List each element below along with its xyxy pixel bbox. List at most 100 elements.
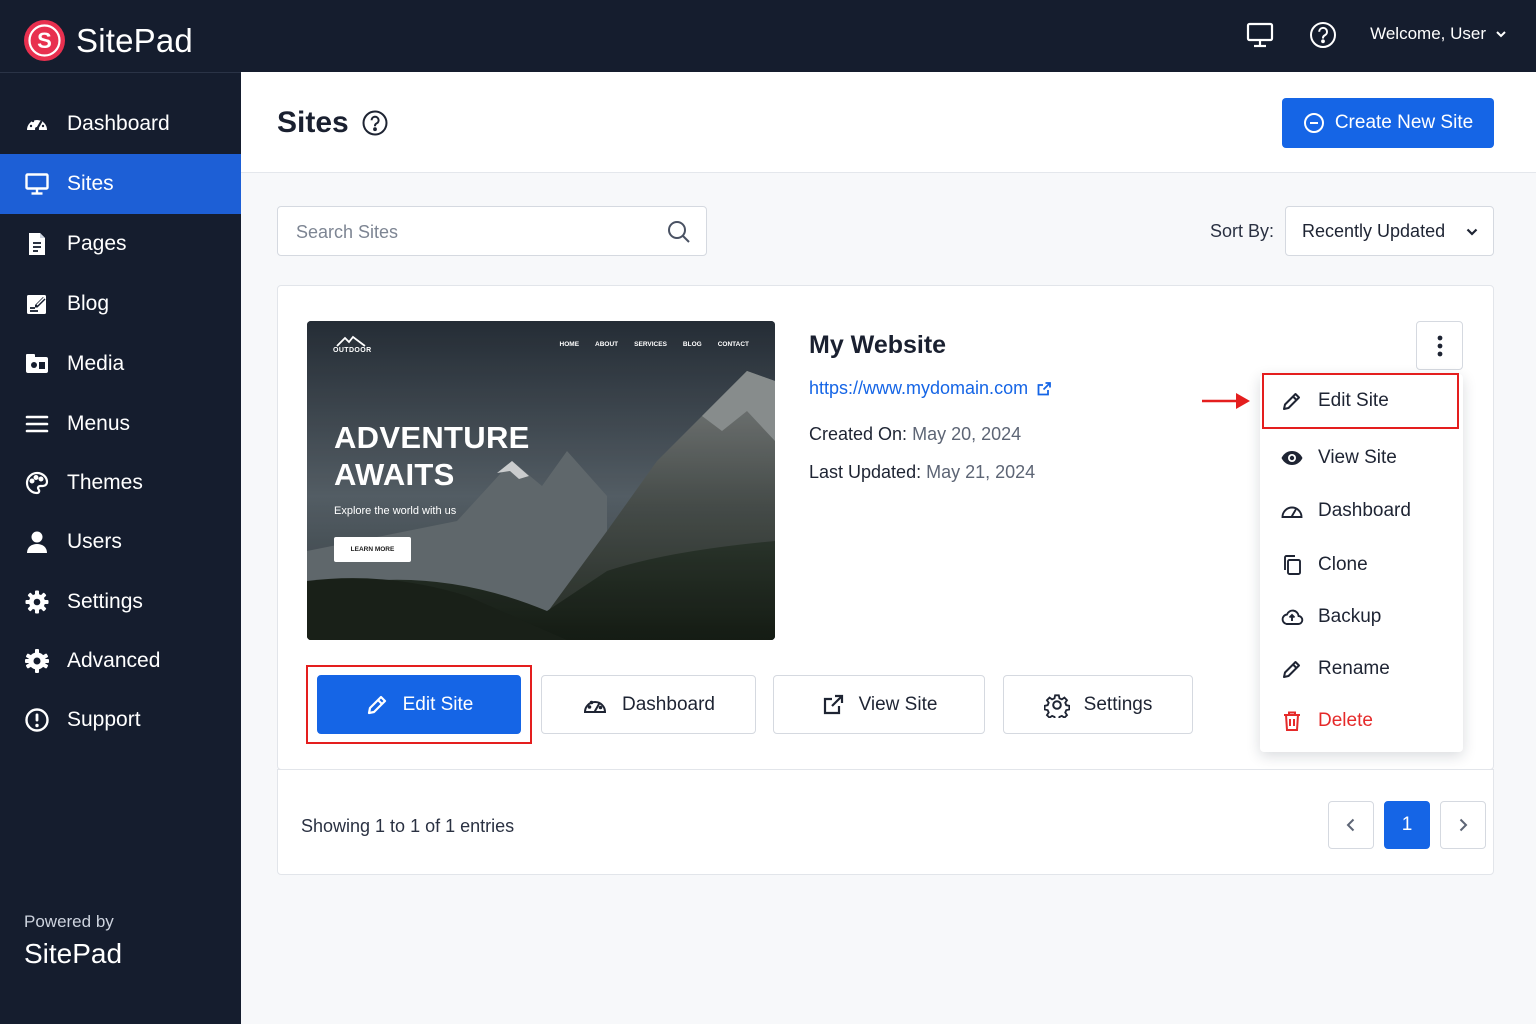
menu-item-label: Backup <box>1318 606 1382 627</box>
sidebar-item-media[interactable]: Media <box>0 334 241 394</box>
user-menu[interactable]: Welcome, User <box>1370 24 1508 44</box>
sidebar-item-dashboard[interactable]: Dashboard <box>0 94 241 154</box>
site-url-link[interactable]: https://www.mydomain.com <box>809 378 1052 399</box>
svg-text:S: S <box>37 28 52 53</box>
settings-button[interactable]: Settings <box>1003 675 1193 734</box>
sidebar-item-label: Users <box>67 530 122 553</box>
menu-highlight-annotation <box>1262 373 1459 429</box>
kebab-menu-icon <box>1437 335 1443 357</box>
sidebar-item-pages[interactable]: Pages <box>0 214 241 274</box>
sidebar-item-label: Sites <box>67 172 114 195</box>
edit-note-icon <box>24 291 50 317</box>
menu-item-label: Clone <box>1318 554 1368 575</box>
chevron-down-icon <box>1494 27 1508 41</box>
sidebar-item-users[interactable]: Users <box>0 512 241 572</box>
trash-icon <box>1280 709 1304 733</box>
menu-item-dashboard[interactable]: Dashboard <box>1260 487 1463 535</box>
dashboard-button[interactable]: Dashboard <box>541 675 756 734</box>
menu-item-view-site[interactable]: View Site <box>1260 434 1463 482</box>
menu-item-delete[interactable]: Delete <box>1260 697 1463 745</box>
sidebar-item-support[interactable]: Support <box>0 690 241 750</box>
search-icon[interactable] <box>666 219 692 245</box>
thumbnail-nav-item: ABOUT <box>595 341 619 348</box>
created-on-value: May 20, 2024 <box>912 424 1022 444</box>
sitepad-logo-icon: S <box>24 20 65 61</box>
sidebar-item-label: Pages <box>67 232 127 255</box>
document-icon <box>24 231 50 257</box>
welcome-text: Welcome, User <box>1370 24 1486 43</box>
sidebar-item-menus[interactable]: Menus <box>0 394 241 454</box>
monitor-icon <box>24 171 50 197</box>
sidebar-item-themes[interactable]: Themes <box>0 453 241 513</box>
settings-label: Settings <box>1083 693 1153 715</box>
sidebar-item-blog[interactable]: Blog <box>0 274 241 334</box>
chevron-right-icon <box>1457 817 1469 833</box>
gauge-icon <box>24 111 50 137</box>
create-new-site-label: Create New Site <box>1334 112 1474 133</box>
entries-summary: Showing 1 to 1 of 1 entries <box>301 816 515 836</box>
app-name: SitePad <box>76 21 193 59</box>
site-options-menu: Edit Site View Site Dashboard Clone Back… <box>1260 374 1463 752</box>
last-updated: Last Updated: May 21, 2024 <box>809 462 1035 483</box>
copy-icon <box>1280 553 1304 577</box>
sidebar: Dashboard Sites Pages Blog Media Menus T… <box>0 72 241 1024</box>
media-icon <box>24 351 50 377</box>
menu-item-label: Dashboard <box>1318 500 1411 521</box>
thumbnail-subtitle: Explore the world with us <box>334 505 457 517</box>
menu-item-clone[interactable]: Clone <box>1260 541 1463 589</box>
gauge-icon <box>1280 499 1304 523</box>
created-on: Created On: May 20, 2024 <box>809 424 1021 445</box>
thumbnail-headline-line: ADVENTURE <box>334 420 530 455</box>
page-button-current[interactable]: 1 <box>1384 801 1430 849</box>
thumbnail-nav: HOME ABOUT SERVICES BLOG CONTACT <box>560 341 749 348</box>
eye-icon <box>1280 446 1304 470</box>
sidebar-item-advanced[interactable]: Advanced <box>0 631 241 691</box>
thumbnail-nav-item: HOME <box>559 341 580 348</box>
sort-label: Sort By: <box>1210 221 1275 241</box>
dashboard-label: Dashboard <box>622 693 715 715</box>
highlight-annotation <box>306 665 532 744</box>
menu-item-rename[interactable]: Rename <box>1260 645 1463 693</box>
powered-by-brand: SitePad <box>24 938 123 969</box>
search-input[interactable] <box>296 219 656 245</box>
view-site-button[interactable]: View Site <box>773 675 985 734</box>
last-updated-label: Last Updated: <box>809 462 922 482</box>
arrow-annotation-icon <box>1202 390 1252 412</box>
external-link-icon <box>1036 381 1052 397</box>
more-options-button[interactable] <box>1416 321 1463 370</box>
support-icon <box>24 707 50 733</box>
thumbnail-headline: ADVENTURE AWAITS <box>334 419 530 493</box>
site-name: My Website <box>809 331 947 359</box>
app-logo[interactable]: S SitePad <box>24 20 193 61</box>
create-new-site-button[interactable]: Create New Site <box>1282 98 1494 148</box>
gauge-icon <box>582 692 608 718</box>
cloud-upload-icon <box>1280 605 1304 629</box>
prev-page-button[interactable] <box>1328 801 1374 849</box>
sidebar-item-label: Settings <box>67 590 143 613</box>
help-icon[interactable] <box>1308 20 1338 50</box>
sidebar-item-label: Support <box>67 708 141 731</box>
gear-icon <box>1043 692 1070 718</box>
menu-item-backup[interactable]: Backup <box>1260 593 1463 641</box>
view-site-label: View Site <box>858 693 938 715</box>
page-title: Sites <box>277 106 349 139</box>
site-thumbnail[interactable]: OUTDOOR HOME ABOUT SERVICES BLOG CONTACT… <box>307 321 775 640</box>
sidebar-item-sites[interactable]: Sites <box>0 154 241 214</box>
menu-item-label: Delete <box>1318 710 1373 731</box>
sidebar-item-settings[interactable]: Settings <box>0 572 241 632</box>
external-link-icon <box>821 693 845 717</box>
thumbnail-nav-item: BLOG <box>682 341 702 348</box>
thumbnail-nav-item: CONTACT <box>717 341 749 348</box>
next-page-button[interactable] <box>1440 801 1486 849</box>
help-icon[interactable] <box>362 110 388 136</box>
menu-item-label: View Site <box>1318 447 1397 468</box>
sidebar-item-label: Blog <box>67 292 110 315</box>
sort-select[interactable]: Recently Updated <box>1285 206 1494 256</box>
palette-icon <box>24 470 50 496</box>
sort-selected-value: Recently Updated <box>1302 220 1446 241</box>
pencil-icon <box>1280 657 1304 681</box>
created-on-label: Created On: <box>809 424 908 444</box>
sidebar-item-label: Advanced <box>67 649 161 672</box>
monitor-icon[interactable] <box>1245 20 1275 50</box>
thumbnail-logo-text: OUTDOOR <box>333 347 372 354</box>
